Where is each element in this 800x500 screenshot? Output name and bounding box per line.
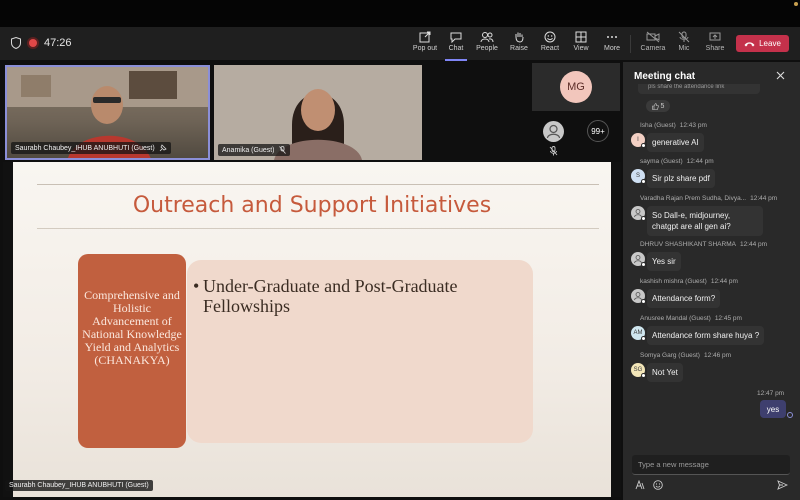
status-dot [794,2,798,6]
chat-message: sayma (Guest) 12:44 pm S Sir plz share pd… [631,158,797,188]
smiley-icon [544,31,556,43]
participant-name-tag: Anamika (Guest) [218,144,290,156]
phone-hangup-icon [744,41,755,46]
camera-button[interactable]: Camera [636,30,670,58]
screen-share-area: Outreach and Support Initiatives Compreh… [3,162,621,497]
camera-off-icon [646,31,660,43]
participant-tile-mg[interactable]: MG [532,63,620,111]
chat-bubble: Not Yet [647,363,683,382]
people-button[interactable]: People [470,30,504,58]
chat-bubble: Attendance form? [647,289,721,308]
mic-off-icon [549,146,558,156]
presence-icon [641,179,646,184]
avatar: AM [631,326,646,341]
share-screen-icon [709,32,721,41]
chat-bubble: Attendance form share huya ? [647,326,765,345]
participant-name-tag: Saurabh Chaubey_IHUB ANUBHUTI (Guest) [11,142,171,154]
react-button[interactable]: React [533,30,567,58]
thumbs-up-icon [651,102,659,110]
chat-button[interactable]: Chat [439,30,473,61]
avatar: MG [560,71,592,103]
chat-message: Varadha Rajan Prem Sudha, Divya... 12:44 … [631,195,797,236]
chat-bubble: generative AI [647,133,704,152]
avatar [631,289,646,304]
person-icon[interactable] [543,121,564,142]
avatar: SG [631,363,646,378]
sent-check-icon [787,412,793,418]
meeting-timer: 47:26 [44,37,72,49]
presence-icon [641,262,646,267]
chat-icon [450,32,462,43]
close-icon[interactable] [776,71,785,80]
slide-callout-box: Comprehensive and Holistic Advancement o… [78,254,186,448]
mic-off-icon [678,31,690,43]
grid-view-icon [575,31,587,43]
presentation-slide: Outreach and Support Initiatives Compreh… [13,162,611,497]
presence-icon [641,299,646,304]
presence-icon [641,216,646,221]
avatar [631,206,646,221]
people-icon [480,32,494,43]
overflow-participants-badge[interactable]: 99+ [587,120,609,142]
toolbar-divider [630,35,631,53]
chat-message: DHRUV SHASHIKANT SHARMA 12:44 pm Yes sir [631,241,797,271]
chat-title: Meeting chat [634,71,696,82]
teams-meeting-window: 47:26 Pop out Chat People Raise React Vi… [0,0,800,500]
leave-button[interactable]: Leave [736,35,789,52]
chat-message: kashish mishra (Guest) 12:44 pm Attendanc… [631,278,797,308]
own-chat-bubble: yes [760,400,786,418]
avatar [631,252,646,267]
more-dots-icon [607,36,617,38]
pin-icon [159,144,167,152]
popout-icon [419,31,431,43]
share-button[interactable]: Share [698,30,732,58]
chat-message: Anusree Mandal (Guest) 12:45 pm AM Attend… [631,315,797,345]
participant-video-saurabh[interactable]: Saurabh Chaubey_IHUB ANUBHUTI (Guest) [5,65,210,160]
view-button[interactable]: View [564,30,598,58]
popout-button[interactable]: Pop out [408,30,442,58]
format-icon[interactable] [635,480,645,490]
avatar: S [631,169,646,184]
chat-message: Somya Garg (Guest) 12:46 pm SG Not Yet [631,352,797,382]
raise-hand-button[interactable]: Raise [502,30,536,58]
presenter-name-tag: Saurabh Chaubey_IHUB ANUBHUTI (Guest) [5,480,153,491]
presence-icon [641,373,646,378]
meeting-toolbar: 47:26 Pop out Chat People Raise React Vi… [0,27,800,61]
mic-button[interactable]: Mic [667,30,701,58]
slide-title: Outreach and Support Initiatives [132,193,492,218]
hand-icon [515,32,524,43]
own-message-time: 12:47 pm [757,390,785,397]
recording-indicator-icon [29,39,37,47]
chat-compose-input[interactable]: Type a new message [632,455,790,475]
mic-off-icon [278,146,286,154]
more-button[interactable]: More [595,30,629,58]
participant-video-anamika[interactable]: Anamika (Guest) [214,65,422,160]
presence-icon [641,143,646,148]
emoji-icon[interactable] [653,480,663,490]
reaction-badge[interactable]: 5 [646,100,670,112]
slide-bullet: • Under-Graduate and Post-Graduate Fello… [193,276,458,316]
shield-icon [11,37,21,49]
chat-message: Isha (Guest) 12:43 pm I generative AI [631,122,797,152]
chat-message-partial: pls share the attendance link [638,84,760,94]
send-icon[interactable] [777,480,788,490]
avatar: I [631,133,646,148]
slide-rule [37,228,599,229]
chat-bubble: Yes sir [647,252,681,271]
top-strip [0,0,800,27]
chat-bubble: Sir plz share pdf [647,169,715,188]
presence-icon [641,336,646,341]
slide-rule [37,184,599,185]
chat-bubble: So Dall-e, midjourney, chatgpt are all g… [647,206,763,236]
